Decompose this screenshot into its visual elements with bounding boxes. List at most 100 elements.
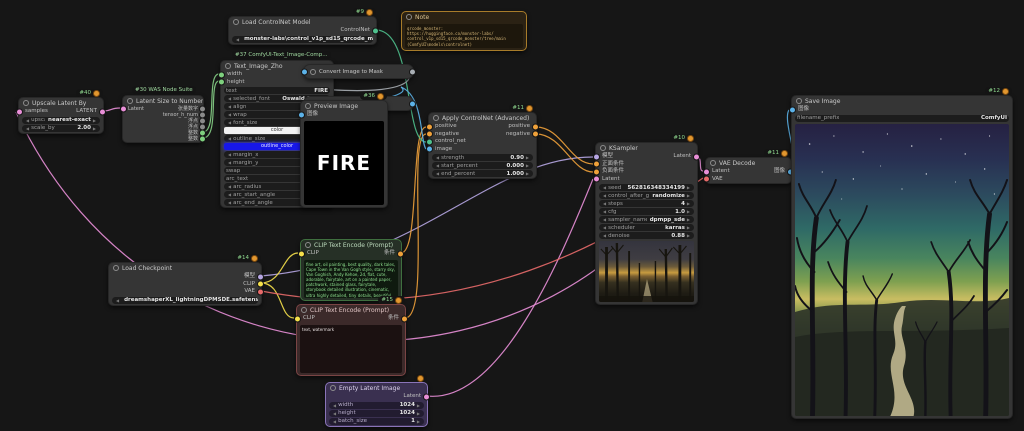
widget-width[interactable]: width 1024 <box>329 401 424 409</box>
widget-height[interactable]: height 1024 <box>329 409 424 417</box>
input-port-positive[interactable] <box>593 160 600 168</box>
decrement-arrow-icon[interactable] <box>434 154 441 161</box>
input-port-control-net[interactable] <box>426 138 433 146</box>
decrement-arrow-icon[interactable] <box>234 36 241 43</box>
decrement-arrow-icon[interactable] <box>601 184 608 191</box>
increment-arrow-icon[interactable] <box>415 418 422 425</box>
output-port-int[interactable] <box>199 135 206 143</box>
input-port-clip[interactable] <box>294 315 301 323</box>
collapse-icon[interactable] <box>433 115 439 121</box>
output-port-vae[interactable] <box>257 288 264 296</box>
collapse-icon[interactable] <box>796 98 802 104</box>
increment-arrow-icon[interactable] <box>415 410 422 417</box>
decrement-arrow-icon[interactable] <box>226 199 233 206</box>
output-port-latent[interactable] <box>423 393 430 401</box>
collapse-icon[interactable] <box>600 145 606 151</box>
node-load-controlnet-model[interactable]: #9 Load ControlNet Model ControlNet cont… <box>228 8 379 45</box>
decrement-arrow-icon[interactable] <box>24 117 31 124</box>
decrement-arrow-icon[interactable] <box>601 216 608 223</box>
output-port-clip[interactable] <box>257 280 264 288</box>
increment-arrow-icon[interactable] <box>524 154 531 161</box>
increment-arrow-icon[interactable] <box>91 117 98 124</box>
input-port-samples[interactable] <box>16 108 23 116</box>
prompt-textarea[interactable]: fine art, oil painting, best quality, da… <box>304 259 398 298</box>
increment-arrow-icon[interactable] <box>685 216 692 223</box>
node-load-checkpoint[interactable]: #14 Load Checkpoint 模型 CLIP VAE ckpt_nam… <box>108 254 264 306</box>
collapse-icon[interactable] <box>310 68 316 75</box>
input-port-width[interactable] <box>218 71 225 79</box>
widget-text[interactable]: text FIRE <box>224 87 330 94</box>
output-port-conditioning[interactable] <box>401 315 408 323</box>
node-clip-text-encode-positive[interactable]: CLIP Text Encode (Prompt) CLIP 条件 fine ar… <box>298 239 404 301</box>
output-port-negative[interactable] <box>532 130 539 138</box>
input-port-image[interactable] <box>426 145 433 153</box>
prompt-textarea[interactable]: text, watermark <box>300 324 402 373</box>
widget-upscale-method[interactable]: upscale_methodnearest-exact <box>22 116 100 124</box>
widget-filename-prefix[interactable]: filename_prefix ComfyUI <box>795 114 1009 122</box>
decrement-arrow-icon[interactable] <box>331 402 338 409</box>
output-port-model[interactable] <box>257 273 264 281</box>
node-latent-size-to-number[interactable]: Latent Size to Number Latent 张量数字 tensor_… <box>120 95 206 143</box>
node-note[interactable]: Note qrcode_monster: https://huggingface… <box>401 11 527 51</box>
increment-arrow-icon[interactable] <box>685 200 692 207</box>
node-apply-controlnet[interactable]: #11 Apply ControlNet (Advanced) positive… <box>426 104 539 179</box>
increment-arrow-icon[interactable] <box>685 184 692 191</box>
node-ksampler[interactable]: #10 KSampler 模型 Latent 正面条件 负面条件 Latent s… <box>593 134 700 305</box>
decrement-arrow-icon[interactable] <box>24 125 31 132</box>
collapse-icon[interactable] <box>127 98 133 104</box>
output-port-controlnet[interactable] <box>372 27 379 35</box>
decrement-arrow-icon[interactable] <box>601 200 608 207</box>
input-port-vae[interactable] <box>703 175 710 183</box>
increment-arrow-icon[interactable] <box>415 402 422 409</box>
increment-arrow-icon[interactable] <box>685 232 692 239</box>
comfyui-graph-canvas[interactable]: #40 Upscale Latent By samples LATENT upsc… <box>0 0 1024 431</box>
increment-arrow-icon[interactable] <box>91 125 98 132</box>
collapse-icon[interactable] <box>330 385 336 391</box>
output-port-mask[interactable] <box>409 68 416 75</box>
decrement-arrow-icon[interactable] <box>226 119 233 126</box>
decrement-arrow-icon[interactable] <box>601 208 608 215</box>
widget-strength[interactable]: strength 0.90 <box>432 154 533 161</box>
input-port-latent[interactable] <box>593 175 600 183</box>
increment-arrow-icon[interactable] <box>524 170 531 177</box>
input-port-negative[interactable] <box>593 168 600 176</box>
output-port-latent[interactable] <box>99 108 106 116</box>
decrement-arrow-icon[interactable] <box>226 135 233 142</box>
widget-ckpt-name[interactable]: ckpt_namedreamshaperXL_lightningDPMSDE.s… <box>112 296 258 304</box>
widget-steps[interactable]: steps 4 <box>599 200 694 207</box>
input-port-image[interactable] <box>298 111 305 119</box>
decrement-arrow-icon[interactable] <box>226 95 233 102</box>
decrement-arrow-icon[interactable] <box>331 410 338 417</box>
increment-arrow-icon[interactable] <box>685 192 692 199</box>
widget-control-after-generate[interactable]: control_after_generaterandomize <box>599 192 694 199</box>
decrement-arrow-icon[interactable] <box>226 191 233 198</box>
input-port-model[interactable] <box>593 153 600 161</box>
input-port-latent[interactable] <box>703 168 710 176</box>
node-empty-latent-image[interactable]: Empty Latent Image Latent width 1024 heig… <box>325 374 430 427</box>
input-port-image[interactable] <box>789 106 796 114</box>
decrement-arrow-icon[interactable] <box>226 151 233 158</box>
input-port-clip[interactable] <box>298 250 305 258</box>
output-port-image[interactable] <box>409 100 416 107</box>
collapse-icon[interactable] <box>23 100 29 106</box>
widget-cfg[interactable]: cfg 1.0 <box>599 208 694 215</box>
collapse-icon[interactable] <box>113 265 119 271</box>
node-vae-decode[interactable]: #11 VAE Decode Latent 图像 VAE <box>703 149 794 184</box>
decrement-arrow-icon[interactable] <box>114 297 121 304</box>
output-port-latent[interactable] <box>693 153 700 161</box>
increment-arrow-icon[interactable] <box>685 208 692 215</box>
increment-arrow-icon[interactable] <box>685 224 692 231</box>
decrement-arrow-icon[interactable] <box>226 183 233 190</box>
collapse-icon[interactable] <box>233 19 239 25</box>
widget-control-net-name[interactable]: control_net_namemonster-labs\control_v1p… <box>232 35 373 43</box>
node-preview-image[interactable]: #36 Preview Image 图像 FIRE <box>298 92 388 208</box>
input-port-positive[interactable] <box>426 123 433 131</box>
widget-sampler-name[interactable]: sampler_namedpmpp_sde <box>599 216 694 223</box>
collapse-icon[interactable] <box>225 63 231 69</box>
decrement-arrow-icon[interactable] <box>434 170 441 177</box>
collapse-icon[interactable] <box>710 160 716 166</box>
widget-seed[interactable]: seed 562816348334199 <box>599 184 694 191</box>
output-port-conditioning[interactable] <box>397 250 404 258</box>
widget-scheduler[interactable]: scheduler karras <box>599 224 694 231</box>
decrement-arrow-icon[interactable] <box>226 103 233 110</box>
